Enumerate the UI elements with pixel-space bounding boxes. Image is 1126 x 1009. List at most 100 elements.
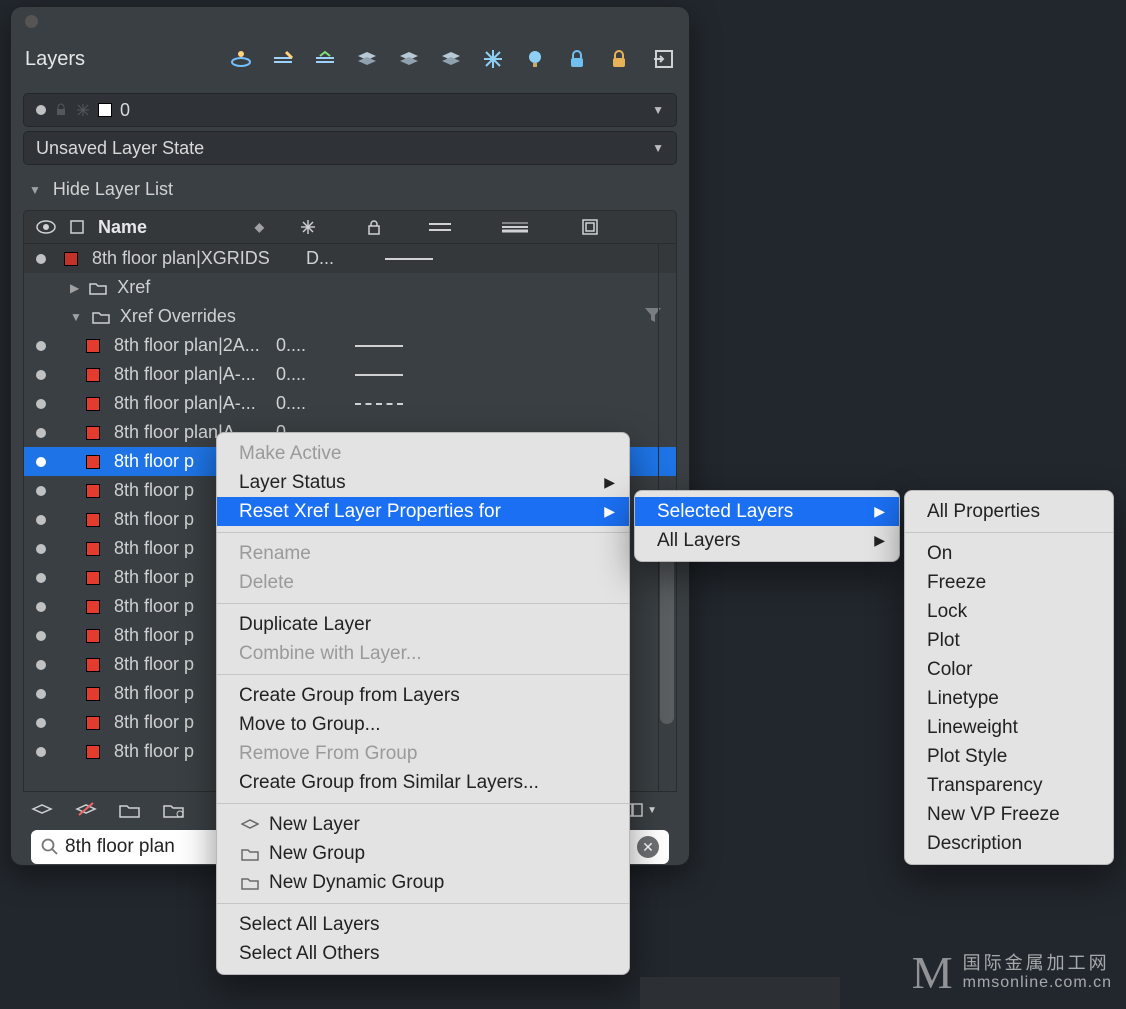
menu-create-group[interactable]: Create Group from Layers — [217, 681, 629, 710]
menu-new-layer[interactable]: New Layer — [217, 810, 629, 839]
visible-dot-icon[interactable] — [36, 689, 46, 699]
visible-dot-icon[interactable] — [36, 341, 46, 351]
menu-layer-status[interactable]: Layer Status▶ — [217, 468, 629, 497]
menu-make-active[interactable]: Make Active — [217, 439, 629, 468]
visible-dot-icon[interactable] — [36, 254, 46, 264]
scrollbar-thumb[interactable] — [660, 534, 674, 724]
menu-select-others[interactable]: Select All Others — [217, 939, 629, 968]
visible-dot-icon[interactable] — [36, 428, 46, 438]
visible-dot-icon[interactable] — [36, 718, 46, 728]
prop-lineweight[interactable]: Lineweight — [905, 713, 1113, 742]
visible-dot-icon[interactable] — [36, 515, 46, 525]
layer-bulb-icon[interactable] — [523, 47, 547, 71]
prop-transparency[interactable]: Transparency — [905, 771, 1113, 800]
color-swatch[interactable] — [86, 513, 100, 527]
color-swatch[interactable] — [86, 397, 100, 411]
layer-snow-icon[interactable] — [481, 47, 505, 71]
color-swatch[interactable] — [86, 426, 100, 440]
menu-move-group[interactable]: Move to Group... — [217, 710, 629, 739]
clear-search-button[interactable]: ✕ — [637, 836, 659, 858]
menu-remove-group[interactable]: Remove From Group — [217, 739, 629, 768]
visible-dot-icon[interactable] — [36, 631, 46, 641]
menu-combine[interactable]: Combine with Layer... — [217, 639, 629, 668]
layer-stack2-icon[interactable] — [397, 47, 421, 71]
menu-new-dynamic-group[interactable]: New Dynamic Group — [217, 868, 629, 897]
hide-layer-list-toggle[interactable]: ▼ Hide Layer List — [11, 169, 689, 210]
color-swatch[interactable] — [86, 542, 100, 556]
menu-create-similar[interactable]: Create Group from Similar Layers... — [217, 768, 629, 797]
menu-reset-xref[interactable]: Reset Xref Layer Properties for▶ — [217, 497, 629, 526]
lineweight-column-header[interactable] — [480, 221, 550, 233]
xref-group-row[interactable]: ▶ Xref — [24, 273, 676, 302]
traffic-light-icon[interactable] — [25, 15, 38, 28]
layer-row[interactable]: 8th floor plan|A-...0.... — [24, 389, 676, 418]
color-swatch[interactable] — [86, 339, 100, 353]
prop-color[interactable]: Color — [905, 655, 1113, 684]
prop-all[interactable]: All Properties — [905, 497, 1113, 526]
new-layer-icon[interactable] — [31, 801, 53, 819]
menu-select-all[interactable]: Select All Layers — [217, 910, 629, 939]
command-bar — [640, 977, 840, 1009]
dynamic-folder-icon[interactable] — [163, 802, 185, 818]
submenu-selected-layers[interactable]: Selected Layers▶ — [635, 497, 899, 526]
color-swatch[interactable] — [86, 571, 100, 585]
visible-dot-icon[interactable] — [36, 660, 46, 670]
menu-rename[interactable]: Rename — [217, 539, 629, 568]
prop-plotstyle[interactable]: Plot Style — [905, 742, 1113, 771]
color-swatch[interactable] — [86, 687, 100, 701]
layer-state-select[interactable]: Unsaved Layer State ▼ — [23, 131, 677, 165]
layer-row[interactable]: 8th floor plan|XGRIDS D... — [24, 244, 676, 273]
color-swatch[interactable] — [86, 368, 100, 382]
prop-lock[interactable]: Lock — [905, 597, 1113, 626]
layer-status-cell: D... — [306, 248, 366, 269]
visible-dot-icon[interactable] — [36, 399, 46, 409]
submenu-all-layers[interactable]: All Layers▶ — [635, 526, 899, 555]
prop-newvp[interactable]: New VP Freeze — [905, 800, 1113, 829]
menu-delete[interactable]: Delete — [217, 568, 629, 597]
menu-new-group[interactable]: New Group — [217, 839, 629, 868]
color-swatch[interactable] — [86, 745, 100, 759]
linetype-column-header[interactable] — [414, 222, 466, 232]
layer-transfer-icon[interactable] — [313, 47, 337, 71]
delete-layer-icon[interactable] — [75, 801, 97, 819]
layer-row[interactable]: 8th floor plan|A-...0.... — [24, 360, 676, 389]
open-folder-icon[interactable] — [119, 802, 141, 818]
layer-edit-icon[interactable] — [271, 47, 295, 71]
prop-on[interactable]: On — [905, 539, 1113, 568]
menu-duplicate[interactable]: Duplicate Layer — [217, 610, 629, 639]
color-swatch[interactable] — [86, 629, 100, 643]
color-swatch[interactable] — [86, 716, 100, 730]
name-column-header[interactable]: Name ◆ — [98, 217, 268, 238]
visible-dot-icon[interactable] — [36, 573, 46, 583]
freeze-column-header[interactable] — [282, 219, 334, 235]
color-swatch[interactable] — [86, 600, 100, 614]
layer-lock-blue-icon[interactable] — [565, 47, 589, 71]
layer-row[interactable]: 8th floor plan|2A...0.... — [24, 331, 676, 360]
lock-column-header[interactable] — [348, 219, 400, 235]
color-swatch[interactable] — [64, 252, 78, 266]
color-swatch[interactable] — [86, 455, 100, 469]
dock-icon[interactable] — [653, 48, 675, 70]
xref-overrides-group-row[interactable]: ▼ Xref Overrides — [24, 302, 676, 331]
prop-description[interactable]: Description — [905, 829, 1113, 858]
visible-dot-icon[interactable] — [36, 544, 46, 554]
layer-disk-icon[interactable] — [229, 47, 253, 71]
visible-dot-icon[interactable] — [36, 486, 46, 496]
visible-dot-icon[interactable] — [36, 457, 46, 467]
current-layer-select[interactable]: 0 ▼ — [23, 93, 677, 127]
prop-plot[interactable]: Plot — [905, 626, 1113, 655]
visible-dot-icon[interactable] — [36, 602, 46, 612]
plot-column-header[interactable] — [564, 219, 616, 235]
swatch-header-icon[interactable] — [70, 220, 84, 234]
menu-separator — [217, 903, 629, 904]
visible-dot-icon[interactable] — [36, 370, 46, 380]
prop-freeze[interactable]: Freeze — [905, 568, 1113, 597]
eye-icon[interactable] — [36, 220, 56, 234]
color-swatch[interactable] — [86, 658, 100, 672]
color-swatch[interactable] — [86, 484, 100, 498]
layer-lock-gold-icon[interactable] — [607, 47, 631, 71]
layer-stack1-icon[interactable] — [355, 47, 379, 71]
visible-dot-icon[interactable] — [36, 747, 46, 757]
prop-linetype[interactable]: Linetype — [905, 684, 1113, 713]
layer-stack3-icon[interactable] — [439, 47, 463, 71]
